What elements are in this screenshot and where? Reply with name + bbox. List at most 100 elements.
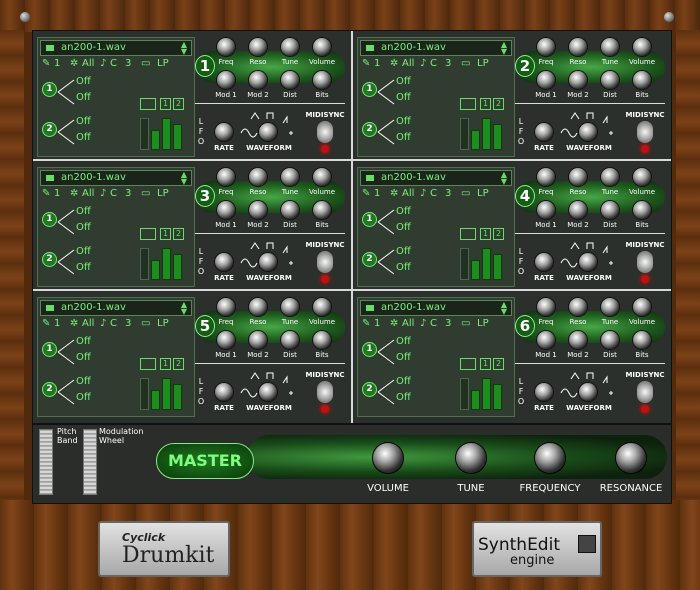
mod-wheel[interactable]	[83, 429, 97, 495]
note-value[interactable]: C	[110, 317, 117, 330]
wave-select-2[interactable]: 2	[173, 358, 184, 370]
dist-knob[interactable]	[281, 201, 299, 219]
octave-value[interactable]: 3	[125, 187, 131, 200]
wave-icon[interactable]	[140, 358, 156, 370]
trigger-number[interactable]: 1	[42, 212, 57, 227]
trigger-number[interactable]: 1	[42, 82, 57, 97]
octave-value[interactable]: 3	[445, 187, 451, 200]
octave-value[interactable]: 3	[445, 57, 451, 70]
wave-select-1[interactable]: 1	[160, 358, 171, 370]
filter-type[interactable]: LP	[157, 317, 169, 330]
trigger-number[interactable]: 2	[362, 122, 377, 137]
frequency-knob[interactable]	[535, 443, 565, 473]
waveform-knob[interactable]	[579, 123, 597, 141]
note-value[interactable]: C	[110, 187, 117, 200]
trigger-number[interactable]: 1	[362, 212, 377, 227]
wave-select-1[interactable]: 1	[480, 228, 491, 240]
trigger-number[interactable]: 1	[362, 342, 377, 357]
trigger-off-1[interactable]: Off	[76, 336, 91, 347]
updown-arrow-icon[interactable]: ▲ ▼	[501, 41, 507, 56]
trigger-off-2[interactable]: Off	[76, 352, 91, 363]
all-label[interactable]: All	[402, 57, 414, 70]
freq-knob[interactable]	[537, 38, 555, 56]
octave-value[interactable]: 3	[125, 57, 131, 70]
mod2-knob[interactable]	[249, 71, 267, 89]
reso-knob[interactable]	[249, 38, 267, 56]
updown-arrow-icon[interactable]: ▲ ▼	[501, 171, 507, 186]
tune-knob[interactable]	[456, 443, 486, 473]
trigger-number[interactable]: 2	[42, 382, 57, 397]
waveform-knob[interactable]	[579, 253, 597, 271]
dist-knob[interactable]	[601, 71, 619, 89]
updown-arrow-icon[interactable]: ▲ ▼	[501, 301, 507, 316]
wave-icon[interactable]	[140, 98, 156, 110]
freq-knob[interactable]	[537, 298, 555, 316]
wave-icon[interactable]	[460, 358, 476, 370]
updown-arrow-icon[interactable]: ▲ ▼	[181, 301, 187, 316]
bits-knob[interactable]	[313, 71, 331, 89]
volume-knob[interactable]	[373, 443, 403, 473]
bits-knob[interactable]	[633, 201, 651, 219]
reso-knob[interactable]	[569, 168, 587, 186]
midisync-toggle[interactable]	[317, 381, 333, 403]
mod1-knob[interactable]	[537, 201, 555, 219]
trigger-off-4[interactable]: Off	[396, 262, 411, 273]
note-value[interactable]: C	[430, 317, 437, 330]
rate-knob[interactable]	[215, 123, 233, 141]
bits-knob[interactable]	[313, 201, 331, 219]
midisync-toggle[interactable]	[637, 381, 653, 403]
trigger-off-4[interactable]: Off	[76, 392, 91, 403]
dist-knob[interactable]	[281, 71, 299, 89]
waveform-knob[interactable]	[259, 383, 277, 401]
rate-knob[interactable]	[535, 253, 553, 271]
mod1-knob[interactable]	[217, 71, 235, 89]
sample-file-select[interactable]: an200-1.wav ▲ ▼	[360, 170, 512, 186]
bits-knob[interactable]	[313, 331, 331, 349]
trigger-off-1[interactable]: Off	[76, 206, 91, 217]
sample-file-select[interactable]: an200-1.wav ▲ ▼	[360, 40, 512, 56]
trigger-off-1[interactable]: Off	[396, 76, 411, 87]
reso-knob[interactable]	[569, 298, 587, 316]
mod1-knob[interactable]	[217, 201, 235, 219]
trigger-off-3[interactable]: Off	[76, 116, 91, 127]
wave-select-1[interactable]: 1	[160, 98, 171, 110]
rate-knob[interactable]	[215, 383, 233, 401]
sample-file-select[interactable]: an200-1.wav ▲ ▼	[40, 300, 192, 316]
reso-knob[interactable]	[249, 168, 267, 186]
trigger-number[interactable]: 2	[362, 382, 377, 397]
wave-icon[interactable]	[140, 228, 156, 240]
updown-arrow-icon[interactable]: ▲ ▼	[181, 171, 187, 186]
filter-type[interactable]: LP	[157, 187, 169, 200]
sample-file-select[interactable]: an200-1.wav ▲ ▼	[40, 40, 192, 56]
updown-arrow-icon[interactable]: ▲ ▼	[181, 41, 187, 56]
rate-knob[interactable]	[535, 123, 553, 141]
trigger-off-3[interactable]: Off	[396, 246, 411, 257]
freq-knob[interactable]	[217, 298, 235, 316]
channel-value[interactable]: 1	[374, 187, 380, 200]
tune-knob[interactable]	[601, 38, 619, 56]
wave-select-1[interactable]: 1	[160, 228, 171, 240]
wave-select-2[interactable]: 2	[173, 98, 184, 110]
wave-icon[interactable]	[460, 228, 476, 240]
resonance-knob[interactable]	[616, 443, 646, 473]
octave-value[interactable]: 3	[445, 317, 451, 330]
mod1-knob[interactable]	[537, 71, 555, 89]
all-label[interactable]: All	[402, 317, 414, 330]
note-value[interactable]: C	[430, 187, 437, 200]
trigger-number[interactable]: 2	[42, 252, 57, 267]
wave-select-2[interactable]: 2	[493, 228, 504, 240]
sample-file-select[interactable]: an200-1.wav ▲ ▼	[360, 300, 512, 316]
waveform-knob[interactable]	[259, 253, 277, 271]
channel-value[interactable]: 1	[54, 317, 60, 330]
reso-knob[interactable]	[249, 298, 267, 316]
all-label[interactable]: All	[402, 187, 414, 200]
rate-knob[interactable]	[215, 253, 233, 271]
waveform-knob[interactable]	[259, 123, 277, 141]
trigger-off-1[interactable]: Off	[396, 206, 411, 217]
tune-knob[interactable]	[281, 168, 299, 186]
tune-knob[interactable]	[281, 298, 299, 316]
filter-type[interactable]: LP	[477, 187, 489, 200]
wave-select-2[interactable]: 2	[173, 228, 184, 240]
all-label[interactable]: All	[82, 187, 94, 200]
volume-knob[interactable]	[633, 168, 651, 186]
